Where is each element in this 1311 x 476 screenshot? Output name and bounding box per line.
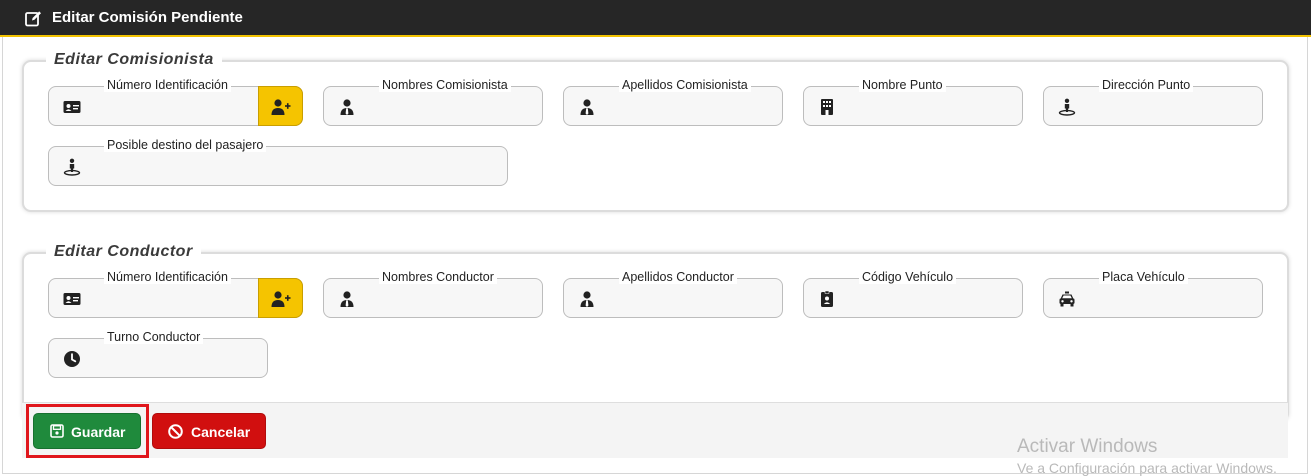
conductor-legend: Editar Conductor <box>46 243 201 261</box>
conductor-apellidos-label: Apellidos Conductor <box>619 270 737 284</box>
nombre-punto-label: Nombre Punto <box>859 78 946 92</box>
destino-pasajero-field[interactable]: Posible destino del pasajero <box>48 138 508 186</box>
nombre-punto-field[interactable]: Nombre Punto <box>803 78 1023 126</box>
save-highlight-box <box>26 404 149 458</box>
placa-vehiculo-label: Placa Vehículo <box>1099 270 1188 284</box>
user-tie-icon <box>338 290 356 308</box>
windows-activation-title: Activar Windows <box>1017 436 1158 457</box>
modal-title: Editar Comisión Pendiente <box>52 9 243 26</box>
conductor-apellidos-field[interactable]: Apellidos Conductor <box>563 270 783 318</box>
user-tie-icon <box>338 98 356 116</box>
comisionista-nombres-label: Nombres Comisionista <box>379 78 511 92</box>
id-card-icon <box>63 290 81 308</box>
modal-header: Editar Comisión Pendiente <box>0 0 1311 37</box>
edit-icon <box>25 11 41 27</box>
comisionista-nombres-field[interactable]: Nombres Comisionista <box>323 78 543 126</box>
id-card-icon <box>63 98 81 116</box>
id-badge-icon <box>818 290 836 308</box>
user-tie-icon <box>578 98 596 116</box>
conductor-nombres-field[interactable]: Nombres Conductor <box>323 270 543 318</box>
street-view-icon <box>63 158 81 176</box>
comisionista-apellidos-label: Apellidos Comisionista <box>619 78 751 92</box>
turno-conductor-field[interactable]: Turno Conductor <box>48 330 268 378</box>
clock-icon <box>63 350 81 368</box>
add-comisionista-button[interactable] <box>258 86 303 126</box>
cancel-button[interactable]: Cancelar <box>152 413 266 449</box>
user-plus-icon <box>271 290 291 308</box>
codigo-vehiculo-label: Código Vehículo <box>859 270 957 284</box>
ban-icon <box>168 424 183 439</box>
user-plus-icon <box>271 98 291 116</box>
comisionista-id-label: Número Identificación <box>104 78 231 92</box>
conductor-id-label: Número Identificación <box>104 270 231 284</box>
cancel-button-label: Cancelar <box>191 424 251 440</box>
comisionista-apellidos-field[interactable]: Apellidos Comisionista <box>563 78 783 126</box>
placa-vehiculo-field[interactable]: Placa Vehículo <box>1043 270 1263 318</box>
direccion-punto-label: Dirección Punto <box>1099 78 1194 92</box>
conductor-nombres-label: Nombres Conductor <box>379 270 497 284</box>
conductor-id-field[interactable]: Número Identificación <box>48 270 303 318</box>
comisionista-legend: Editar Comisionista <box>46 51 222 69</box>
direccion-punto-field[interactable]: Dirección Punto <box>1043 78 1263 126</box>
taxi-icon <box>1058 290 1076 308</box>
street-view-icon <box>1058 98 1076 116</box>
turno-conductor-label: Turno Conductor <box>104 330 204 344</box>
comisionista-id-field[interactable]: Número Identificación <box>48 78 303 126</box>
building-icon <box>818 98 836 116</box>
destino-pasajero-label: Posible destino del pasajero <box>104 138 267 152</box>
user-tie-icon <box>578 290 596 308</box>
codigo-vehiculo-field[interactable]: Código Vehículo <box>803 270 1023 318</box>
add-conductor-button[interactable] <box>258 278 303 318</box>
